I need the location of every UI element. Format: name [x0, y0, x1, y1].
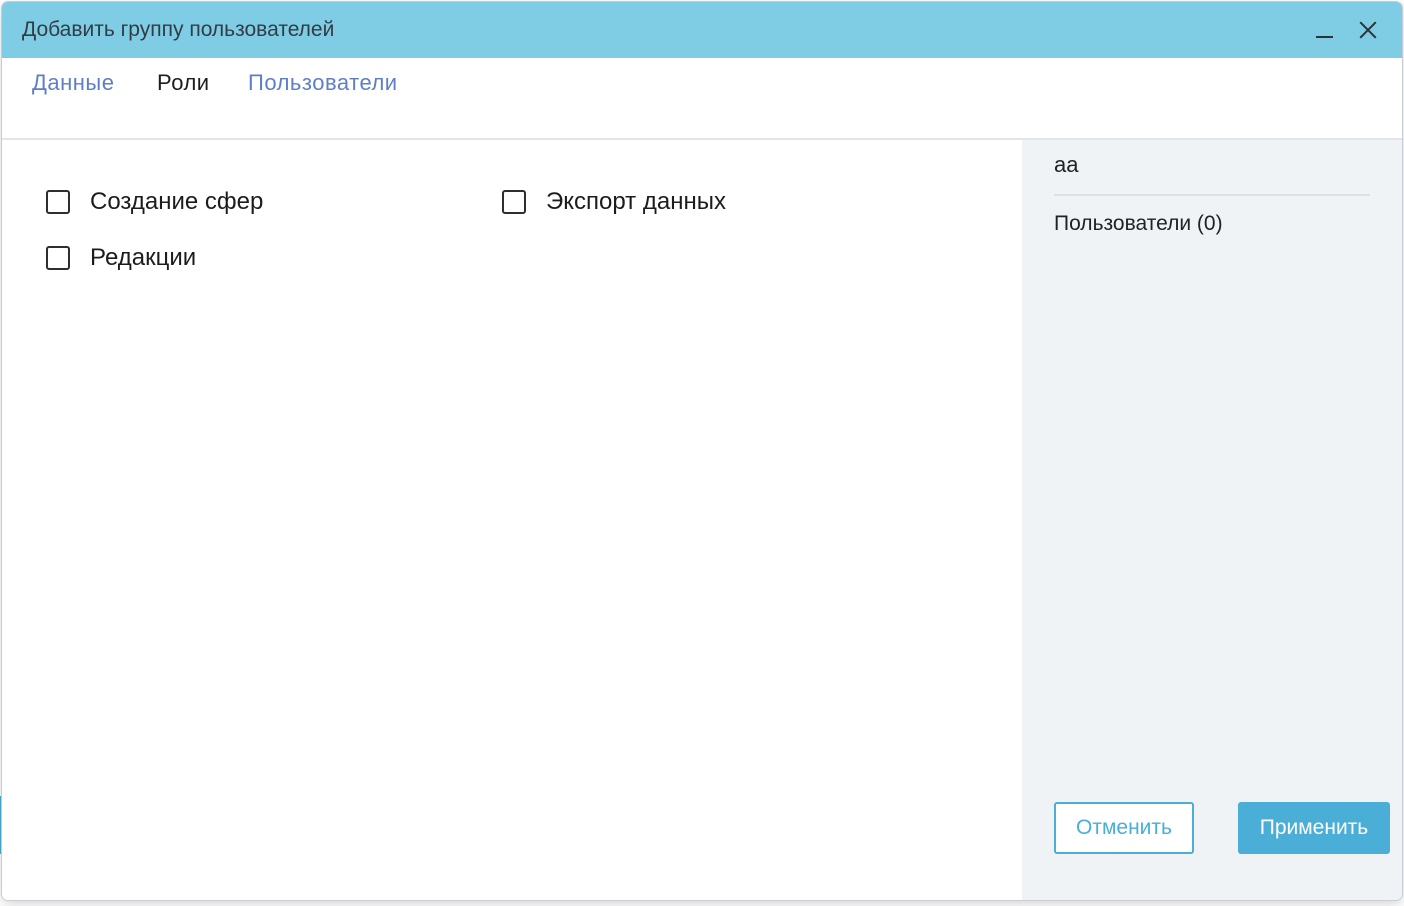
role-export-data[interactable]: Экспорт данных [502, 188, 726, 216]
role-editions-checkbox[interactable] [46, 246, 70, 270]
role-create-spheres[interactable]: Создание сфер [46, 188, 263, 216]
role-create-spheres-checkbox[interactable] [46, 190, 70, 214]
close-icon [1359, 21, 1377, 39]
roles-panel: Создание сфер Экспорт данных Редакции [2, 140, 1022, 900]
users-count-label[interactable]: Пользователи (0) [1054, 212, 1223, 236]
dialog-tabs: Данные Роли Пользователи [2, 58, 1402, 140]
role-editions-label: Редакции [90, 244, 197, 271]
role-editions[interactable]: Редакции [46, 244, 196, 272]
close-button[interactable] [1350, 12, 1386, 48]
dialog-titlebar: Добавить группу пользователей [2, 2, 1402, 58]
role-export-data-label: Экспорт данных [546, 188, 726, 215]
role-export-data-checkbox[interactable] [502, 190, 526, 214]
apply-button[interactable]: Применить [1238, 802, 1390, 854]
tab-roles[interactable]: Роли [157, 70, 210, 96]
minimize-button[interactable] [1306, 12, 1342, 48]
role-create-spheres-label: Создание сфер [90, 188, 264, 215]
cancel-button[interactable]: Отменить [1054, 802, 1194, 854]
summary-side-panel: aa Пользователи (0) Отменить Применить [1022, 140, 1402, 900]
tab-users[interactable]: Пользователи [248, 70, 398, 96]
minimize-icon [1315, 36, 1333, 38]
dialog-title: Добавить группу пользователей [22, 18, 335, 41]
tab-data[interactable]: Данные [32, 70, 114, 96]
add-user-group-dialog: Добавить группу пользователей Данные Рол… [2, 2, 1402, 900]
group-name-value: aa [1054, 152, 1079, 177]
side-divider [1054, 194, 1370, 196]
